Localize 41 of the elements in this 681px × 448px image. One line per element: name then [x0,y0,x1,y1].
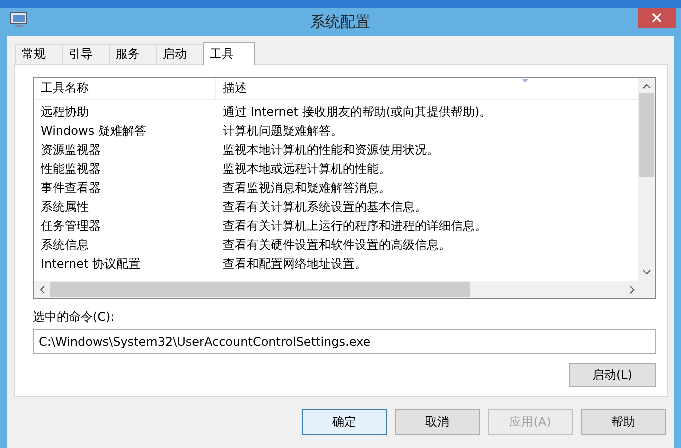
description-cell[interactable]: 计算机问题疑难解答。 [216,123,343,140]
description-cell[interactable]: 查看和配置网络地址设置。 [216,256,367,273]
close-button[interactable] [638,8,676,28]
horizontal-scrollbar[interactable] [34,281,655,298]
close-icon [652,13,662,23]
dialog-button[interactable]: 确定 [302,409,387,435]
description-cell[interactable]: 查看有关计算机上运行的程序和进程的详细信息。 [216,218,487,235]
dialog-button[interactable]: 取消 [395,409,480,435]
scroll-right-icon [630,286,635,294]
scrollbar-thumb[interactable] [639,93,654,177]
sort-caret-icon [522,79,529,83]
description-cell[interactable]: 查看有关计算机系统设置的基本信息。 [216,199,427,216]
dialog-button[interactable]: 帮助 [581,409,666,435]
tool-name-cell[interactable]: 任务管理器 [34,218,216,235]
vertical-scrollbar[interactable] [638,78,655,281]
column-header[interactable]: 工具名称 [34,78,216,99]
scroll-left-icon [40,286,45,294]
tab[interactable]: 常规 [15,44,63,64]
tool-name-cell[interactable]: 系统信息 [34,237,216,254]
tool-name-cell[interactable]: 远程协助 [34,104,216,121]
description-cell[interactable]: 查看有关硬件设置和软件设置的高级信息。 [216,237,451,254]
description-cell[interactable]: 查看监视消息和疑难解答消息。 [216,180,391,197]
tab[interactable]: 工具 [203,42,255,65]
computer-icon [10,12,28,28]
window-title: 系统配置 [310,12,370,32]
tool-name-cell[interactable]: 系统属性 [34,199,216,216]
tool-name-cell[interactable]: Windows 疑难解答 [34,123,216,140]
scroll-up-icon [642,84,650,89]
column-header[interactable]: 描述 [216,78,247,99]
description-cell[interactable]: 监视本地计算机的性能和资源使用状况。 [216,142,439,159]
field-label: 选中的命令(C): [33,309,116,326]
tool-name-cell[interactable]: 资源监视器 [34,142,216,159]
scroll-down-icon [642,270,650,275]
launch-button[interactable]: 启动(L) [569,363,656,387]
command-field[interactable]: C:\Windows\System32\UserAccountControlSettings.exe [33,329,656,354]
tool-name-cell[interactable]: 事件查看器 [34,180,216,197]
tool-name-cell[interactable]: Internet 协议配置 [34,256,216,273]
tool-name-cell[interactable]: 性能监视器 [34,161,216,178]
scrollbar-thumb[interactable] [50,282,470,297]
description-cell[interactable]: 监视本地或远程计算机的性能。 [216,161,391,178]
description-cell[interactable]: 通过 Internet 接收朋友的帮助(或向其提供帮助)。 [216,104,492,121]
